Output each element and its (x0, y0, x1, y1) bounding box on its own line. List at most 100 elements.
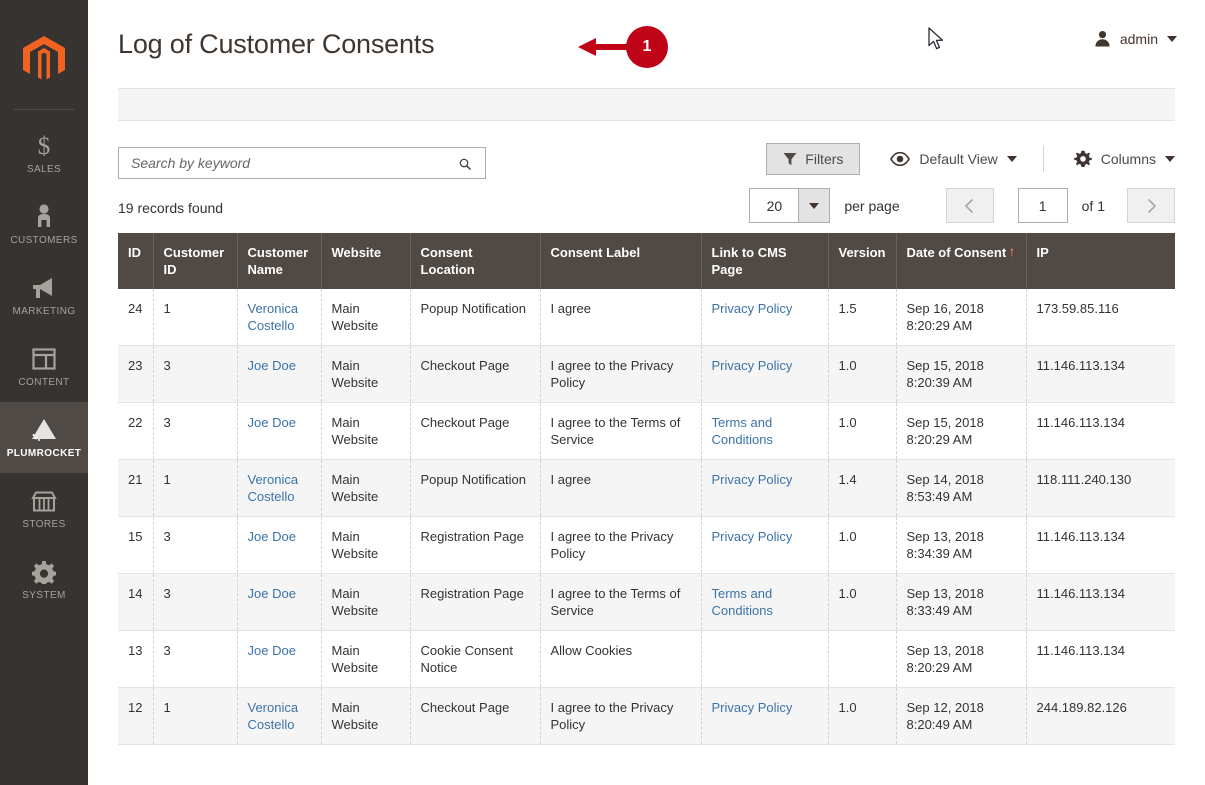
table-row[interactable]: 15 3 Joe Doe Main Website Registration Page I… (118, 516, 1175, 574)
current-page-input[interactable] (1017, 188, 1068, 223)
cell-customer-name[interactable]: Joe Doe (237, 345, 322, 403)
table-row[interactable]: 24 1 Veronica Costello Main Website Popup No… (118, 289, 1175, 346)
link-cms-page[interactable]: Privacy Policy (712, 700, 793, 715)
column-header-consent-label[interactable]: Consent Label (540, 233, 702, 289)
table-row[interactable]: 23 3 Joe Doe Main Website Checkout Page I agr… (118, 345, 1175, 403)
cell-value: Popup Notification (420, 301, 527, 316)
per-page-selector[interactable]: 20 (749, 188, 831, 223)
sidebar-item-system[interactable]: SYSTEM (0, 544, 88, 615)
grid-body: 24 1 Veronica Costello Main Website Popup No… (118, 289, 1175, 745)
sidebar-item-sales[interactable]: $ SALES (0, 118, 88, 189)
link-customer-name[interactable]: Veronica Costello (248, 301, 299, 333)
cell-customer-name[interactable]: Veronica Costello (237, 687, 322, 745)
search-icon (459, 158, 471, 170)
cell-value: Sep 14, 2018 8:53:49 AM (906, 472, 984, 504)
sidebar-item-content[interactable]: CONTENT (0, 331, 88, 402)
column-header-date-of-consent[interactable]: Date of Consent ↑ (896, 233, 1027, 289)
cell-date-of-consent: Sep 15, 2018 8:20:29 AM (896, 402, 1027, 460)
cell-cms-page[interactable]: Privacy Policy (701, 687, 829, 745)
cell-consent-location: Popup Notification (410, 289, 541, 346)
cell-id: 22 (118, 402, 154, 460)
cell-customer-id: 3 (153, 516, 238, 574)
cell-cms-page[interactable]: Terms and Conditions (701, 573, 829, 631)
per-page-dropdown-arrow[interactable] (798, 189, 830, 222)
cell-value: I agree to the Privacy Policy (550, 700, 674, 732)
chevron-down-icon (1165, 156, 1175, 162)
link-customer-name[interactable]: Joe Doe (248, 643, 296, 658)
columns-selector[interactable]: Columns (1073, 150, 1175, 168)
cell-version: 1.0 (828, 402, 897, 460)
link-cms-page[interactable]: Privacy Policy (712, 472, 793, 487)
column-header-customer-name[interactable]: Customer Name (237, 233, 322, 289)
cell-value: I agree (550, 301, 591, 316)
column-header-ip[interactable]: IP (1026, 233, 1175, 289)
cell-version: 1.0 (828, 345, 897, 403)
table-row[interactable]: 14 3 Joe Doe Main Website Registration Page I… (118, 573, 1175, 631)
cell-website: Main Website (321, 289, 411, 346)
column-header-label: Link to CMS Page (711, 245, 787, 277)
cell-customer-name[interactable]: Joe Doe (237, 630, 322, 688)
cell-customer-name[interactable]: Joe Doe (237, 402, 322, 460)
cell-value: Sep 15, 2018 8:20:29 AM (906, 415, 984, 447)
link-customer-name[interactable]: Joe Doe (248, 586, 296, 601)
magento-logo[interactable] (0, 0, 88, 118)
cell-value: Registration Page (420, 586, 524, 601)
column-header-label: ID (128, 245, 141, 260)
sidebar-item-customers[interactable]: CUSTOMERS (0, 189, 88, 260)
cell-customer-name[interactable]: Veronica Costello (237, 459, 322, 517)
admin-user-menu[interactable]: admin (1094, 30, 1177, 47)
column-header-link-to-cms-page[interactable]: Link to CMS Page (701, 233, 829, 289)
cell-cms-page[interactable]: Privacy Policy (701, 345, 829, 403)
link-cms-page[interactable]: Terms and Conditions (712, 586, 773, 618)
cell-cms-page[interactable]: Privacy Policy (701, 289, 829, 346)
column-header-customer-id[interactable]: Customer ID (153, 233, 238, 289)
table-row[interactable]: 12 1 Veronica Costello Main Website Checkout… (118, 687, 1175, 745)
column-header-website[interactable]: Website (321, 233, 411, 289)
cell-cms-page[interactable]: Terms and Conditions (701, 402, 829, 460)
cell-value: I agree to the Privacy Policy (550, 358, 674, 390)
cell-date-of-consent: Sep 15, 2018 8:20:39 AM (896, 345, 1027, 403)
cell-customer-name[interactable]: Veronica Costello (237, 289, 322, 346)
cell-customer-name[interactable]: Joe Doe (237, 516, 322, 574)
sidebar-item-stores[interactable]: STORES (0, 473, 88, 544)
link-customer-name[interactable]: Veronica Costello (248, 700, 299, 732)
cell-value: Checkout Page (420, 415, 510, 430)
table-row[interactable]: 22 3 Joe Doe Main Website Checkout Page I agr… (118, 402, 1175, 460)
filters-button[interactable]: Filters (766, 143, 861, 175)
sidebar-item-label: STORES (22, 519, 66, 530)
link-customer-name[interactable]: Joe Doe (248, 358, 296, 373)
table-row[interactable]: 21 1 Veronica Costello Main Website Popup No… (118, 459, 1175, 517)
cell-website: Main Website (321, 516, 411, 574)
table-row[interactable]: 13 3 Joe Doe Main Website Cookie Consent Not… (118, 630, 1175, 688)
link-customer-name[interactable]: Veronica Costello (248, 472, 299, 504)
cell-cms-page[interactable]: Privacy Policy (701, 459, 829, 517)
cell-customer-name[interactable]: Joe Doe (237, 573, 322, 631)
cell-value: 1.0 (838, 415, 857, 430)
layout-icon (32, 345, 56, 371)
next-page-button[interactable] (1127, 188, 1175, 223)
keyword-search-box[interactable] (118, 147, 486, 179)
link-cms-page[interactable]: Privacy Policy (712, 529, 793, 544)
sidebar-item-marketing[interactable]: MARKETING (0, 260, 88, 331)
search-button[interactable] (453, 152, 477, 176)
link-customer-name[interactable]: Joe Doe (248, 529, 296, 544)
link-cms-page[interactable]: Privacy Policy (712, 358, 793, 373)
per-page-value: 20 (766, 197, 783, 214)
cell-value: 14 (128, 586, 143, 601)
previous-page-button[interactable] (945, 188, 994, 223)
cell-value: Sep 13, 2018 8:20:29 AM (906, 643, 984, 675)
search-input[interactable] (119, 148, 485, 178)
column-header-consent-location[interactable]: Consent Location (410, 233, 541, 289)
link-cms-page[interactable]: Terms and Conditions (712, 415, 773, 447)
cell-version: 1.0 (828, 516, 897, 574)
cell-cms-page[interactable]: Privacy Policy (701, 516, 829, 574)
link-customer-name[interactable]: Joe Doe (248, 415, 296, 430)
cell-value: 11.146.113.134 (1036, 586, 1125, 601)
sidebar-item-plumrocket[interactable]: PLUMROCKET (0, 402, 88, 473)
default-view-selector[interactable]: Default View (890, 151, 1017, 167)
column-header-version[interactable]: Version (828, 233, 897, 289)
link-cms-page[interactable]: Privacy Policy (712, 301, 793, 316)
column-header-id[interactable]: ID (118, 233, 154, 289)
grid-toolbar: Filters Default View Colu (88, 121, 1205, 183)
sort-ascending-icon: ↑ (1008, 243, 1016, 259)
